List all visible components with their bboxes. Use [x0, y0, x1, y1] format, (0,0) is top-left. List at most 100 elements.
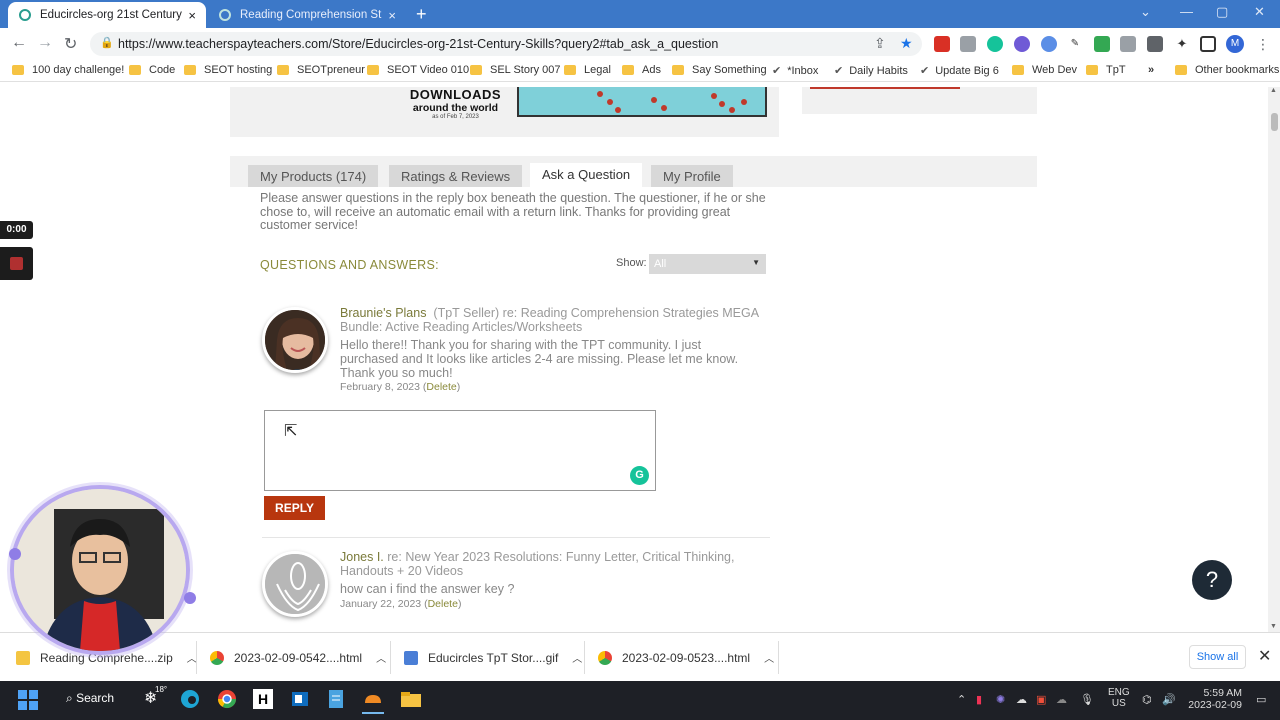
tab-ask-a-question[interactable]: Ask a Question: [530, 163, 643, 189]
windows-start-icon[interactable]: [18, 690, 38, 713]
tray-app-icon[interactable]: ▮: [976, 693, 982, 706]
tray-onedrive-icon[interactable]: ☁: [1056, 693, 1067, 706]
tab-my-products[interactable]: My Products (174): [248, 165, 379, 187]
notifications-icon[interactable]: ▭: [1256, 693, 1266, 706]
delete-link[interactable]: Delete: [428, 598, 458, 610]
tab-my-profile[interactable]: My Profile: [651, 165, 733, 187]
stop-recording-button[interactable]: [0, 247, 33, 280]
show-filter-select[interactable]: All ▼: [649, 254, 766, 274]
edge-icon[interactable]: [180, 689, 200, 712]
delete-link[interactable]: Delete: [426, 381, 456, 393]
webcam-resize-handle[interactable]: [184, 592, 196, 604]
save-extension-icon[interactable]: [1147, 36, 1163, 52]
divider: [778, 641, 779, 674]
map-pin-icon: [711, 93, 717, 99]
bookmark-star-icon[interactable]: ★: [900, 35, 913, 52]
avatar[interactable]: [262, 551, 328, 617]
bookmark-item[interactable]: 100 day challenge!: [12, 64, 124, 76]
download-item[interactable]: 2023-02-09-0523....html ︿: [598, 633, 774, 682]
chrome-icon[interactable]: [217, 689, 237, 712]
extension-badge-icon[interactable]: [934, 36, 950, 52]
outlook-icon[interactable]: [290, 689, 310, 712]
grammarly-icon[interactable]: G: [630, 466, 649, 485]
bookmark-item[interactable]: ✔ Update Big 6: [920, 64, 999, 78]
snowflake-extension-icon[interactable]: [1014, 36, 1030, 52]
bookmark-item[interactable]: SEOT hosting: [184, 64, 272, 76]
map-pin-icon: [729, 107, 735, 113]
bookmark-item[interactable]: Web Dev: [1012, 64, 1077, 76]
taskbar-search[interactable]: ⌕ Search: [66, 691, 114, 706]
tab-educircles[interactable]: Educircles-org 21st Century Skill ×: [8, 2, 206, 28]
tray-snowflake-icon[interactable]: ✺: [996, 693, 1005, 706]
help-button[interactable]: ?: [1192, 560, 1232, 600]
tray-s-icon[interactable]: ▣: [1036, 693, 1046, 706]
tab-search-chevron-icon[interactable]: ⌄: [1140, 4, 1151, 20]
tool-extension-icon[interactable]: ✎: [1067, 36, 1083, 52]
scroll-down-arrow-icon[interactable]: ▼: [1270, 623, 1277, 630]
forward-arrow-icon[interactable]: →: [37, 34, 53, 52]
maximize-button[interactable]: ▢: [1216, 4, 1228, 20]
bookmark-item[interactable]: SEL Story 007: [470, 64, 561, 76]
webcam-resize-handle[interactable]: [9, 548, 21, 560]
tab-reading-comprehension[interactable]: Reading Comprehension Strateg ×: [208, 2, 406, 28]
cloud-app-icon[interactable]: [362, 689, 384, 714]
camera-extension-icon[interactable]: [960, 36, 976, 52]
reply-button[interactable]: REPLY: [264, 496, 325, 520]
language-indicator[interactable]: ENG US: [1108, 687, 1130, 709]
bookmark-item[interactable]: ✔ *Inbox: [772, 64, 818, 78]
download-item[interactable]: Educircles TpT Stor....gif ︿: [404, 633, 582, 682]
vertical-scrollbar[interactable]: ▲ ▼: [1268, 87, 1280, 632]
network-icon[interactable]: ⌬: [1142, 693, 1152, 706]
extensions-puzzle-icon[interactable]: ✦: [1174, 36, 1190, 52]
new-tab-button[interactable]: +: [416, 4, 427, 25]
link-extension-icon[interactable]: [1041, 36, 1057, 52]
tab-ratings-reviews[interactable]: Ratings & Reviews: [389, 165, 523, 187]
show-all-downloads-button[interactable]: Show all: [1189, 645, 1246, 669]
bookmark-item[interactable]: Code: [129, 64, 175, 76]
share-icon[interactable]: ⇪: [874, 35, 886, 52]
address-bar[interactable]: 🔒 https://www.teacherspayteachers.com/St…: [90, 32, 922, 56]
microphone-icon[interactable]: 🎙: [1080, 693, 1094, 706]
side-panel-icon[interactable]: [1200, 36, 1216, 52]
chevron-up-icon[interactable]: ︿: [376, 650, 386, 665]
profile-avatar[interactable]: M: [1226, 35, 1244, 53]
bookmark-item[interactable]: ✔ Daily Habits: [834, 64, 908, 78]
h-app-icon[interactable]: H: [253, 689, 273, 709]
grammarly-extension-icon[interactable]: [987, 36, 1003, 52]
reply-textarea[interactable]: [264, 410, 656, 491]
chevron-up-icon[interactable]: ︿: [572, 650, 582, 665]
tray-cloud-icon[interactable]: ☁: [1016, 693, 1027, 706]
other-bookmarks[interactable]: Other bookmarks: [1175, 64, 1279, 76]
download-item[interactable]: 2023-02-09-0542....html ︿: [210, 633, 386, 682]
close-downloads-icon[interactable]: ✕: [1258, 646, 1271, 666]
drive-extension-icon[interactable]: [1094, 36, 1110, 52]
url-text[interactable]: https://www.teacherspayteachers.com/Stor…: [118, 37, 718, 51]
close-window-button[interactable]: ✕: [1254, 4, 1265, 20]
scroll-up-arrow-icon[interactable]: ▲: [1270, 87, 1277, 94]
notepad-icon[interactable]: [327, 689, 345, 712]
minimize-button[interactable]: —: [1180, 4, 1193, 19]
reload-icon[interactable]: ↻: [64, 34, 77, 54]
menu-kebab-icon[interactable]: ⋮: [1255, 36, 1271, 52]
bookmark-item[interactable]: Legal: [564, 64, 611, 76]
bookmark-item[interactable]: Ads: [622, 64, 661, 76]
question-author[interactable]: Jones I.: [340, 550, 384, 564]
bookmarks-overflow-button[interactable]: »: [1148, 64, 1154, 76]
bookmark-item[interactable]: SEOTpreneur: [277, 64, 365, 76]
question-author[interactable]: Braunie's Plans: [340, 306, 426, 320]
bookmark-item[interactable]: TpT: [1086, 64, 1126, 76]
tab-close-icon[interactable]: ×: [388, 8, 396, 23]
tab-title: Reading Comprehension Strateg: [240, 9, 382, 21]
tab-close-icon[interactable]: ×: [188, 8, 196, 23]
scrollbar-thumb[interactable]: [1271, 113, 1278, 131]
bookmark-item[interactable]: SEOT Video 010: [367, 64, 469, 76]
bookmark-item[interactable]: Say Something: [672, 64, 767, 76]
tab-extension-icon[interactable]: [1120, 36, 1136, 52]
file-explorer-icon[interactable]: [400, 689, 422, 712]
clock[interactable]: 5:59 AM 2023-02-09: [1186, 687, 1242, 711]
back-arrow-icon[interactable]: ←: [11, 34, 27, 52]
tray-overflow-icon[interactable]: ⌃: [957, 693, 966, 706]
avatar[interactable]: [262, 307, 328, 373]
chevron-up-icon[interactable]: ︿: [764, 650, 774, 665]
volume-icon[interactable]: 🔊: [1162, 693, 1176, 706]
